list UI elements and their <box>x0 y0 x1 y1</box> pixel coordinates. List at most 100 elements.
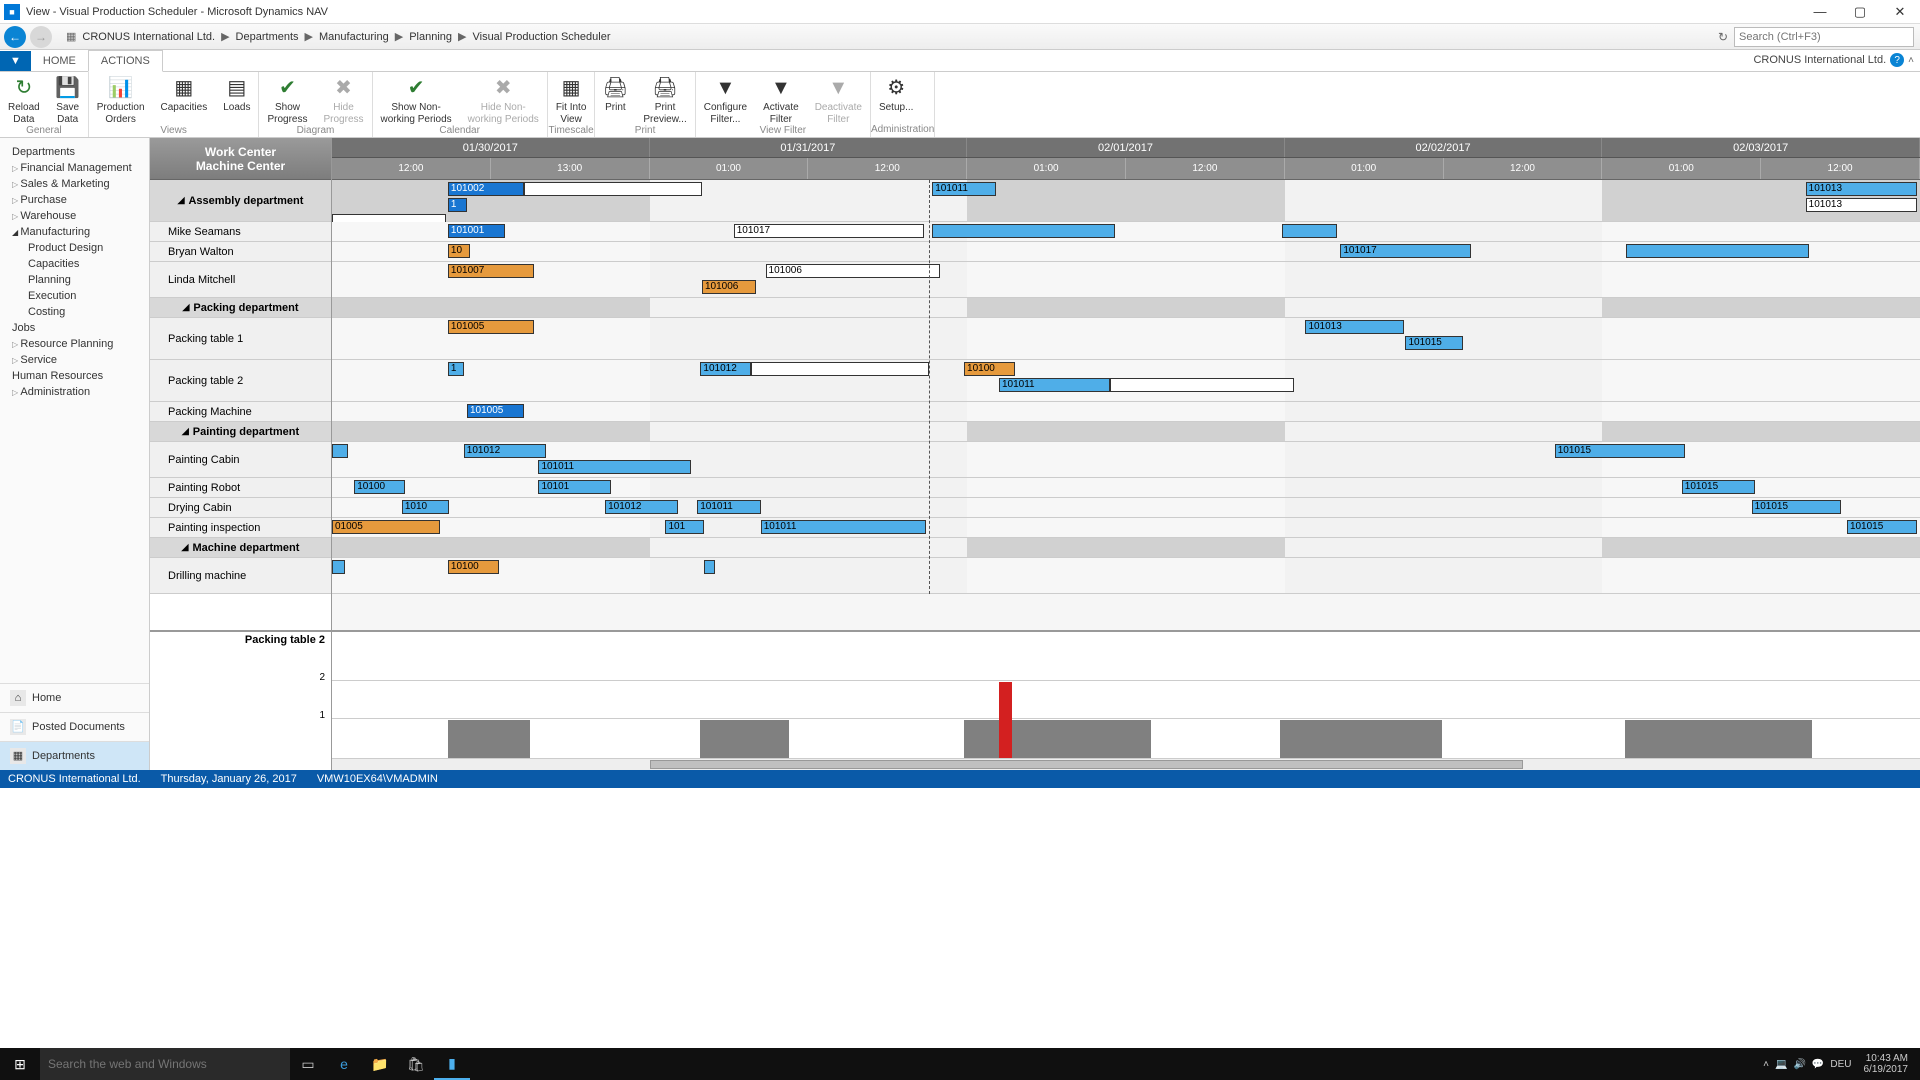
gantt-bar[interactable]: 10100 <box>448 560 499 574</box>
nav-item-warehouse[interactable]: Warehouse <box>0 208 149 224</box>
edge-icon[interactable]: e <box>326 1048 362 1080</box>
breadcrumb-vps[interactable]: Visual Production Scheduler <box>472 31 610 43</box>
nav-app-icon[interactable]: ▮ <box>434 1048 470 1080</box>
gantt-bar[interactable]: 101005 <box>467 404 524 418</box>
gantt-bar[interactable]: 1 <box>448 198 467 212</box>
gantt-bar[interactable]: 101017 <box>734 224 925 238</box>
show-nonworking[interactable]: ✔Show Non- working Periods <box>373 72 460 125</box>
gantt-bar[interactable] <box>704 560 715 574</box>
maximize-button[interactable]: ▢ <box>1840 0 1880 24</box>
refresh-icon[interactable]: ↻ <box>1718 30 1728 44</box>
nav-item-administration[interactable]: Administration <box>0 384 149 400</box>
nav-bottom-departments[interactable]: ▦Departments <box>0 741 149 770</box>
gantt-chart[interactable]: 01/30/201701/31/201702/01/201702/02/2017… <box>332 138 1920 630</box>
nav-item-resource-planning[interactable]: Resource Planning <box>0 336 149 352</box>
gantt-bar[interactable] <box>1282 224 1338 238</box>
configure-filter[interactable]: ▼Configure Filter... <box>696 72 755 125</box>
nav-item-jobs[interactable]: Jobs <box>0 320 149 336</box>
nav-item-costing[interactable]: Costing <box>0 304 149 320</box>
gantt-row-header[interactable]: Packing table 1 <box>150 318 331 360</box>
gantt-bar[interactable] <box>332 560 345 574</box>
nav-item-service[interactable]: Service <box>0 352 149 368</box>
task-view-icon[interactable]: ▭ <box>290 1048 326 1080</box>
nav-item-product-design[interactable]: Product Design <box>0 240 149 256</box>
gantt-row-header[interactable]: Drying Cabin <box>150 498 331 518</box>
gantt-bar[interactable]: 10 <box>448 244 470 258</box>
capacities[interactable]: ▦Capacities <box>153 72 216 125</box>
gantt-bar[interactable] <box>1626 244 1809 258</box>
histogram-scrollbar[interactable] <box>332 758 1920 770</box>
tray-notify-icon[interactable]: 💬 <box>1812 1059 1824 1070</box>
gantt-row-header[interactable]: Painting Robot <box>150 478 331 498</box>
nav-item-execution[interactable]: Execution <box>0 288 149 304</box>
gantt-bar[interactable]: 10100 <box>354 480 405 494</box>
gantt-bar[interactable]: 101006 <box>766 264 941 278</box>
breadcrumb-departments[interactable]: Departments <box>236 31 299 43</box>
gantt-row-header[interactable]: Packing table 2 <box>150 360 331 402</box>
breadcrumb-manufacturing[interactable]: Manufacturing <box>319 31 389 43</box>
gantt-row-header[interactable]: Machine department <box>150 538 331 558</box>
gantt-bar[interactable]: 1 <box>448 362 464 376</box>
taskbar-search-input[interactable] <box>40 1048 290 1080</box>
store-icon[interactable]: 🛍 <box>398 1048 434 1080</box>
gantt-bar[interactable]: 10101 <box>538 480 611 494</box>
gantt-bar[interactable]: 101001 <box>448 224 505 238</box>
global-search-input[interactable] <box>1734 27 1914 47</box>
breadcrumb-planning[interactable]: Planning <box>409 31 452 43</box>
hide-nonworking[interactable]: ✖Hide Non- working Periods <box>460 72 547 125</box>
nav-item-planning[interactable]: Planning <box>0 272 149 288</box>
fit-view[interactable]: ▦Fit Into View <box>548 72 595 125</box>
gantt-bar[interactable]: 101005 <box>448 320 534 334</box>
activate-filter[interactable]: ▼Activate Filter <box>755 72 807 125</box>
gantt-bar[interactable]: 101011 <box>697 500 761 514</box>
reload-data[interactable]: ↻Reload Data <box>0 72 48 125</box>
gantt-bar[interactable]: 101012 <box>700 362 751 376</box>
tab-home[interactable]: HOME <box>31 51 88 71</box>
nav-item-departments[interactable]: Departments <box>0 144 149 160</box>
gantt-row-header[interactable]: Mike Seamans <box>150 222 331 242</box>
tray-up-icon[interactable]: ˄ <box>1763 1059 1769 1070</box>
production-orders[interactable]: 📊Production Orders <box>89 72 153 125</box>
gantt-bar[interactable] <box>524 182 702 196</box>
gantt-bar[interactable] <box>1110 378 1294 392</box>
nav-item-sales-marketing[interactable]: Sales & Marketing <box>0 176 149 192</box>
save-data[interactable]: 💾Save Data <box>48 72 88 125</box>
file-explorer-icon[interactable]: 📁 <box>362 1048 398 1080</box>
close-button[interactable]: ✕ <box>1880 0 1920 24</box>
nav-item-financial-management[interactable]: Financial Management <box>0 160 149 176</box>
nav-forward-button[interactable]: → <box>30 26 52 48</box>
gantt-row-header[interactable]: Packing department <box>150 298 331 318</box>
hide-progress[interactable]: ✖Hide Progress <box>315 72 371 125</box>
print-preview[interactable]: 🖨Print Preview... <box>635 72 694 125</box>
taskbar-clock[interactable]: 10:43 AM 6/19/2017 <box>1858 1053 1915 1075</box>
gantt-bar[interactable] <box>932 224 1115 238</box>
nav-item-capacities[interactable]: Capacities <box>0 256 149 272</box>
nav-bottom-posted-documents[interactable]: 📄Posted Documents <box>0 712 149 741</box>
nav-bottom-home[interactable]: ⌂Home <box>0 683 149 712</box>
gantt-bar[interactable]: 101011 <box>761 520 926 534</box>
gantt-bar[interactable]: 101012 <box>464 444 547 458</box>
tray-sound-icon[interactable]: 🔊 <box>1793 1059 1805 1070</box>
gantt-row-header[interactable]: Painting Cabin <box>150 442 331 478</box>
gantt-row-header[interactable]: Packing Machine <box>150 402 331 422</box>
gantt-bar[interactable]: 101017 <box>1340 244 1470 258</box>
gantt-bar[interactable] <box>751 362 929 376</box>
system-tray[interactable]: ˄ 💻 🔊 💬 DEU 10:43 AM 6/19/2017 <box>1763 1053 1920 1075</box>
gantt-row-header[interactable]: Painting department <box>150 422 331 442</box>
gantt-row-header[interactable]: Bryan Walton <box>150 242 331 262</box>
nav-item-manufacturing[interactable]: Manufacturing <box>0 224 149 240</box>
gantt-bar[interactable]: 101013 <box>1806 182 1917 196</box>
gantt-bar[interactable]: 101006 <box>702 280 756 294</box>
nav-item-purchase[interactable]: Purchase <box>0 192 149 208</box>
gantt-bar[interactable]: 01005 <box>332 520 440 534</box>
gantt-row-header[interactable]: Painting inspection <box>150 518 331 538</box>
ribbon-collapse-icon[interactable]: ˄ <box>1908 55 1914 66</box>
gantt-bar[interactable]: 101015 <box>1847 520 1917 534</box>
tray-network-icon[interactable]: 💻 <box>1775 1059 1787 1070</box>
start-button[interactable]: ⊞ <box>0 1048 40 1080</box>
gantt-bar[interactable]: 101 <box>665 520 703 534</box>
gantt-row-header[interactable]: Drilling machine <box>150 558 331 594</box>
show-progress[interactable]: ✔Show Progress <box>259 72 315 125</box>
gantt-bar[interactable]: 101002 <box>448 182 524 196</box>
tray-lang[interactable]: DEU <box>1830 1059 1851 1070</box>
